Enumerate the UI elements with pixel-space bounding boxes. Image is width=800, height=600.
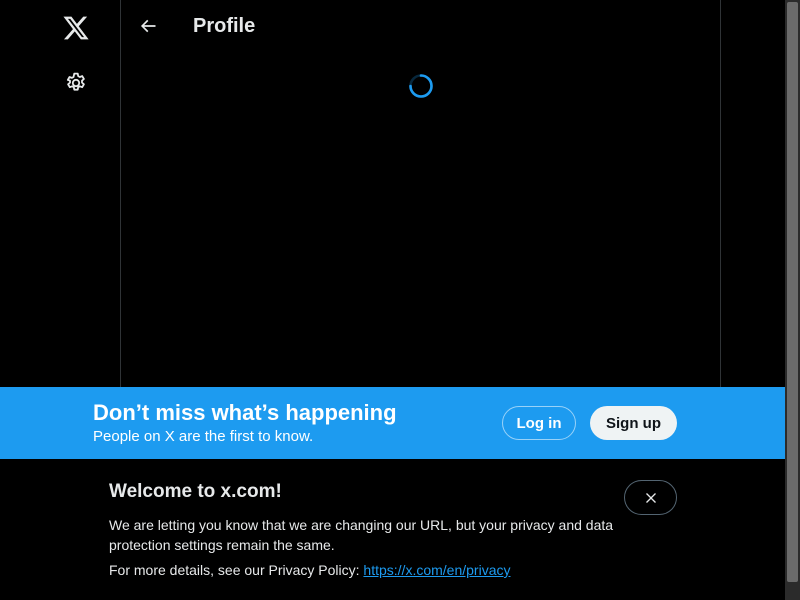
arrow-left-icon [140, 19, 156, 33]
profile-header: Profile [121, 0, 720, 53]
url-change-notice: Welcome to x.com! We are letting you kno… [0, 459, 785, 600]
notice-close-button[interactable] [624, 480, 677, 515]
notice-body: We are letting you know that we are chan… [109, 517, 614, 553]
notice-more-details: For more details, see our Privacy Policy… [109, 560, 510, 580]
signup-button[interactable]: Sign up [590, 406, 677, 440]
close-icon [645, 492, 656, 503]
login-button[interactable]: Log in [502, 406, 576, 440]
notice-more-prefix: For more details, see our Privacy Policy… [109, 562, 364, 578]
x-logo-icon [63, 16, 89, 40]
loading-spinner [409, 74, 433, 98]
scrollbar-thumb[interactable] [787, 2, 798, 582]
banner-subtitle: People on X are the first to know. [93, 428, 314, 445]
gear-icon [66, 72, 85, 91]
banner-title: Don’t miss what’s happening [93, 400, 397, 425]
notice-title: Welcome to x.com! [109, 481, 282, 502]
page-title: Profile [193, 15, 256, 37]
signup-banner: Don’t miss what’s happening People on X … [0, 387, 785, 459]
back-button[interactable] [131, 9, 165, 43]
x-home-link[interactable] [52, 4, 100, 52]
settings-button[interactable] [52, 59, 100, 107]
page: Profile Don’t miss what’s happening Peop… [0, 0, 800, 600]
privacy-policy-link[interactable]: https://x.com/en/privacy [363, 562, 510, 578]
scrollbar[interactable] [785, 0, 800, 600]
